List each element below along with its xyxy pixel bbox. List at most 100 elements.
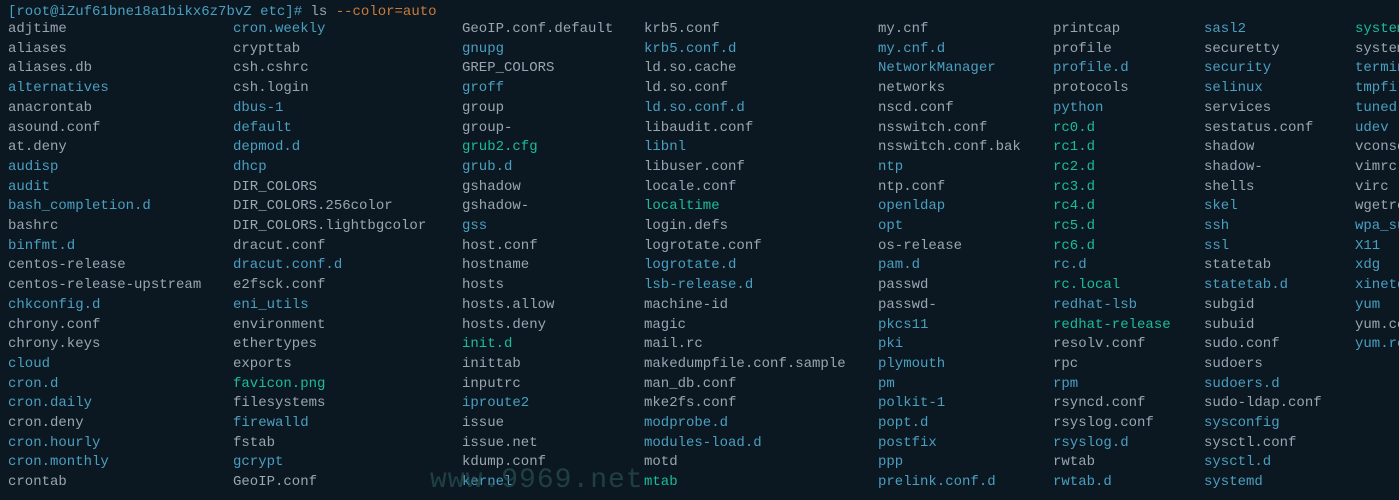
ls-entry: lsb-release.d — [644, 276, 860, 296]
ls-entry: passwd- — [878, 296, 1035, 316]
ls-entry: wgetrc — [1355, 197, 1399, 217]
ls-entry: pam.d — [878, 256, 1035, 276]
ls-entry: issue — [462, 414, 626, 434]
ls-entry: rc.d — [1053, 256, 1186, 276]
ls-entry: NetworkManager — [878, 59, 1035, 79]
ls-entry: GeoIP.conf — [233, 473, 444, 493]
ls-entry: cron.deny — [8, 414, 215, 434]
ls-entry: wpa_supplicant — [1355, 217, 1399, 237]
ls-entry: plymouth — [878, 355, 1035, 375]
ls-entry: rsyncd.conf — [1053, 394, 1186, 414]
ls-entry: services — [1204, 99, 1337, 119]
ls-entry: printcap — [1053, 20, 1186, 40]
ls-entry: csh.login — [233, 79, 444, 99]
ls-entry: vconsole.conf — [1355, 138, 1399, 158]
ls-entry: vimrc — [1355, 158, 1399, 178]
ls-entry: rsyslog.conf — [1053, 414, 1186, 434]
ls-entry: rc2.d — [1053, 158, 1186, 178]
ls-entry: firewalld — [233, 414, 444, 434]
ls-entry: xdg — [1355, 256, 1399, 276]
ls-entry: cron.monthly — [8, 453, 215, 473]
ls-entry: aliases — [8, 40, 215, 60]
ls-entry: gnupg — [462, 40, 626, 60]
ls-entry: udev — [1355, 119, 1399, 139]
ls-entry: mail.rc — [644, 335, 860, 355]
ls-entry: inputrc — [462, 375, 626, 395]
ls-entry: chrony.keys — [8, 335, 215, 355]
ls-entry: anacrontab — [8, 99, 215, 119]
ls-entry: sasl2 — [1204, 20, 1337, 40]
watermark: www.9969.net — [430, 465, 644, 496]
ls-entry: crontab — [8, 473, 215, 493]
ls-entry: passwd — [878, 276, 1035, 296]
ls-entry: system-release-cpe — [1355, 40, 1399, 60]
ls-entry: sysctl.d — [1204, 453, 1337, 473]
ls-entry: logrotate.d — [644, 256, 860, 276]
ls-entry: cron.daily — [8, 394, 215, 414]
ls-entry: my.cnf — [878, 20, 1035, 40]
ls-entry: cron.weekly — [233, 20, 444, 40]
ls-entry: rc5.d — [1053, 217, 1186, 237]
ls-entry: GeoIP.conf.default — [462, 20, 626, 40]
ls-entry: eni_utils — [233, 296, 444, 316]
ls-entry: man_db.conf — [644, 375, 860, 395]
ls-entry: gshadow- — [462, 197, 626, 217]
ls-entry: alternatives — [8, 79, 215, 99]
ls-entry: security — [1204, 59, 1337, 79]
ls-entry: my.cnf.d — [878, 40, 1035, 60]
ls-entry: rc4.d — [1053, 197, 1186, 217]
ls-entry: ethertypes — [233, 335, 444, 355]
ls-entry: init.d — [462, 335, 626, 355]
ls-entry: audisp — [8, 158, 215, 178]
ls-entry: filesystems — [233, 394, 444, 414]
ls-column: sasl2securettysecurityselinuxservicesses… — [1204, 20, 1337, 493]
ls-entry: asound.conf — [8, 119, 215, 139]
ls-entry: depmod.d — [233, 138, 444, 158]
ls-entry: ssl — [1204, 237, 1337, 257]
ls-entry: gcrypt — [233, 453, 444, 473]
ls-entry: modules-load.d — [644, 434, 860, 454]
ls-entry: sysconfig — [1204, 414, 1337, 434]
ls-entry: yum.conf — [1355, 316, 1399, 336]
ls-entry: xinetd.d — [1355, 276, 1399, 296]
ls-entry: profile — [1053, 40, 1186, 60]
ls-entry: issue.net — [462, 434, 626, 454]
ls-entry: libaudit.conf — [644, 119, 860, 139]
ls-column: printcapprofileprofile.dprotocolspythonr… — [1053, 20, 1186, 493]
ls-entry: localtime — [644, 197, 860, 217]
ls-entry: bashrc — [8, 217, 215, 237]
ls-entry: group — [462, 99, 626, 119]
ls-entry: default — [233, 119, 444, 139]
ls-entry: nsswitch.conf — [878, 119, 1035, 139]
ls-entry: sudo-ldap.conf — [1204, 394, 1337, 414]
ls-entry: locale.conf — [644, 178, 860, 198]
ls-entry: subuid — [1204, 316, 1337, 336]
ls-entry: ld.so.conf — [644, 79, 860, 99]
ls-entry: openldap — [878, 197, 1035, 217]
ls-entry: X11 — [1355, 237, 1399, 257]
ls-entry: e2fsck.conf — [233, 276, 444, 296]
ls-entry: favicon.png — [233, 375, 444, 395]
prompt-user: root — [16, 4, 50, 20]
ls-entry: dracut.conf — [233, 237, 444, 257]
ls-entry: sudoers — [1204, 355, 1337, 375]
ls-entry: cron.hourly — [8, 434, 215, 454]
ls-column: system-releasesystem-release-cpeterminfo… — [1355, 20, 1399, 355]
ls-entry: makedumpfile.conf.sample — [644, 355, 860, 375]
ls-entry: magic — [644, 316, 860, 336]
ls-entry: krb5.conf — [644, 20, 860, 40]
ls-entry: rwtab.d — [1053, 473, 1186, 493]
ls-entry: groff — [462, 79, 626, 99]
ls-entry: pki — [878, 335, 1035, 355]
ls-entry: rc3.d — [1053, 178, 1186, 198]
ls-entry: protocols — [1053, 79, 1186, 99]
ls-entry: motd — [644, 453, 860, 473]
ls-entry: binfmt.d — [8, 237, 215, 257]
ls-entry: nscd.conf — [878, 99, 1035, 119]
ls-entry: iproute2 — [462, 394, 626, 414]
ls-entry: libuser.conf — [644, 158, 860, 178]
ls-entry: networks — [878, 79, 1035, 99]
prompt-symbol: # — [294, 4, 302, 20]
ls-entry: grub2.cfg — [462, 138, 626, 158]
ls-entry: shells — [1204, 178, 1337, 198]
